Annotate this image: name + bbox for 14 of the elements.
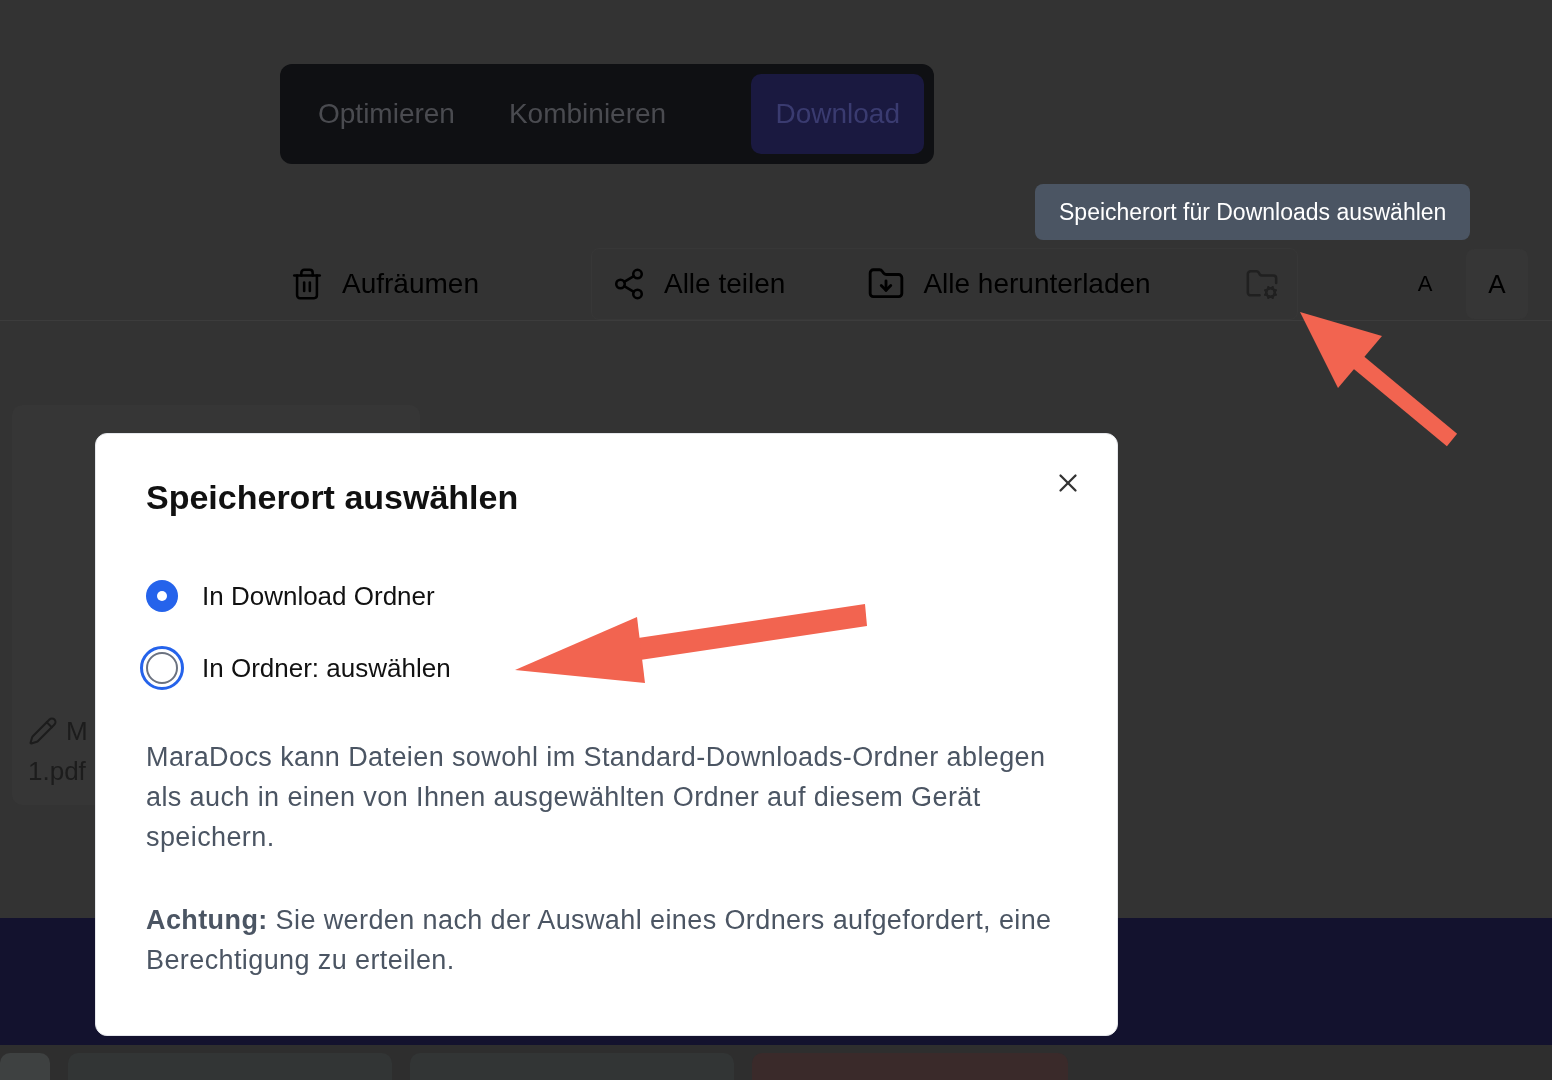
option-label: In Ordner: auswählen [202,652,451,684]
radio-option[interactable]: In Download Ordner [140,574,1067,618]
pencil-icon [28,716,58,746]
option-label: In Download Ordner [202,580,435,612]
trash-icon [290,267,324,301]
dialog-title: Speicherort auswählen [146,478,520,517]
description-text: MaraDocs kann Dateien sowohl im Standard-Downloads-Ordner ablegen als auch in einen von Ihnen ausgewählten Ordner auf diesem Gerät speichern. [146,741,1047,854]
radio-button[interactable] [146,580,178,612]
radio-button[interactable] [146,652,178,684]
tab[interactable]: Optimieren [294,74,479,154]
radio-option[interactable]: In Ordner: auswählen [140,646,1067,690]
tab[interactable]: Kombinieren [484,74,691,154]
tooltip: Speicherort für Downloads auswählen [1035,184,1471,240]
warning-text: Achtung: Sie werden nach der Auswahl eines Ordners aufgefordert, eine Berechtigung zu erteilen. [146,904,1053,977]
